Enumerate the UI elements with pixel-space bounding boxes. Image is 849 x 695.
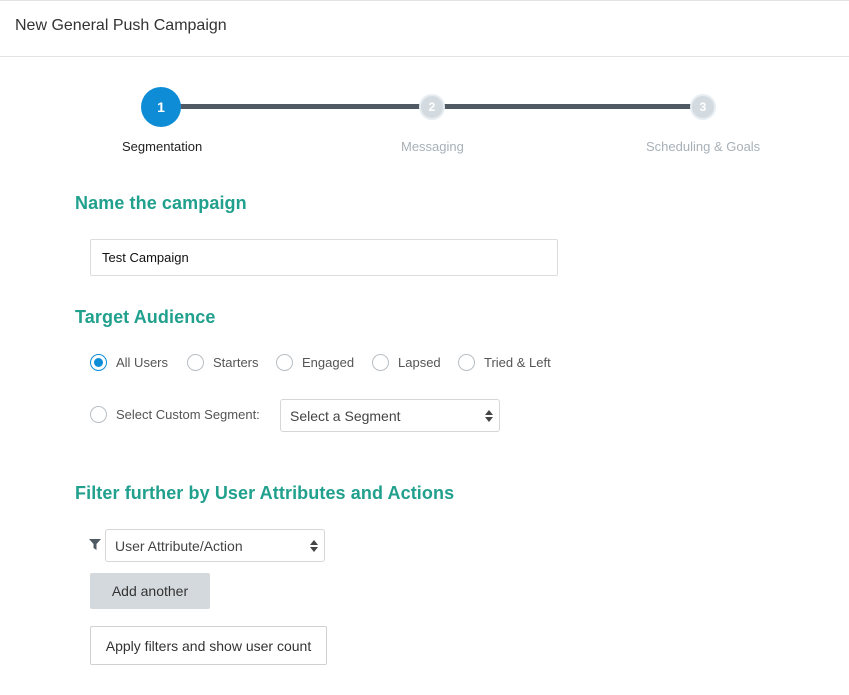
- target-audience-heading: Target Audience: [75, 307, 216, 327]
- step-1-circle[interactable]: 1: [141, 87, 181, 127]
- radio-engaged-circle[interactable]: [276, 354, 293, 371]
- step-2-label: Messaging: [401, 139, 464, 154]
- radio-custom-segment-label: Select Custom Segment:: [116, 407, 260, 422]
- radio-engaged[interactable]: Engaged: [276, 354, 354, 371]
- segment-select[interactable]: Select a Segment: [280, 399, 500, 432]
- radio-tried-and-left-circle[interactable]: [458, 354, 475, 371]
- radio-tried-and-left[interactable]: Tried & Left: [458, 354, 551, 371]
- radio-all-users[interactable]: All Users: [90, 354, 168, 371]
- radio-starters-circle[interactable]: [187, 354, 204, 371]
- add-another-button[interactable]: Add another: [90, 573, 210, 609]
- step-3-circle[interactable]: 3: [690, 94, 716, 120]
- filter-icon: [89, 539, 101, 550]
- attribute-action-select[interactable]: User Attribute/Action: [105, 529, 325, 562]
- radio-all-users-label: All Users: [116, 355, 169, 370]
- radio-custom-segment[interactable]: Select Custom Segment:: [90, 406, 260, 423]
- radio-lapsed-label: Lapsed: [398, 355, 441, 370]
- radio-engaged-label: Engaged: [302, 355, 355, 370]
- radio-starters[interactable]: Starters: [187, 354, 259, 371]
- name-campaign-heading: Name the campaign: [75, 193, 247, 213]
- page-header: New General Push Campaign: [0, 0, 849, 57]
- stepper-line-2: [432, 104, 704, 109]
- radio-all-users-circle[interactable]: [90, 354, 107, 371]
- apply-filters-button[interactable]: Apply filters and show user count: [90, 626, 327, 665]
- select-updown-icon: [485, 409, 493, 422]
- step-1-label: Segmentation: [122, 139, 203, 154]
- radio-tried-and-left-label: Tried & Left: [484, 355, 551, 370]
- filter-heading: Filter further by User Attributes and Ac…: [75, 483, 455, 503]
- step-3-label: Scheduling & Goals: [646, 139, 761, 154]
- campaign-name-input[interactable]: [90, 239, 558, 276]
- radio-lapsed-circle[interactable]: [372, 354, 389, 371]
- select-updown-icon: [310, 539, 318, 552]
- attribute-action-select-value: User Attribute/Action: [115, 537, 243, 554]
- radio-custom-segment-circle[interactable]: [90, 406, 107, 423]
- page-title: New General Push Campaign: [15, 17, 227, 34]
- stepper-line-1: [161, 104, 433, 109]
- step-2-circle[interactable]: 2: [419, 94, 445, 120]
- radio-starters-label: Starters: [213, 355, 259, 370]
- radio-lapsed[interactable]: Lapsed: [372, 354, 441, 371]
- segment-select-value: Select a Segment: [290, 407, 401, 424]
